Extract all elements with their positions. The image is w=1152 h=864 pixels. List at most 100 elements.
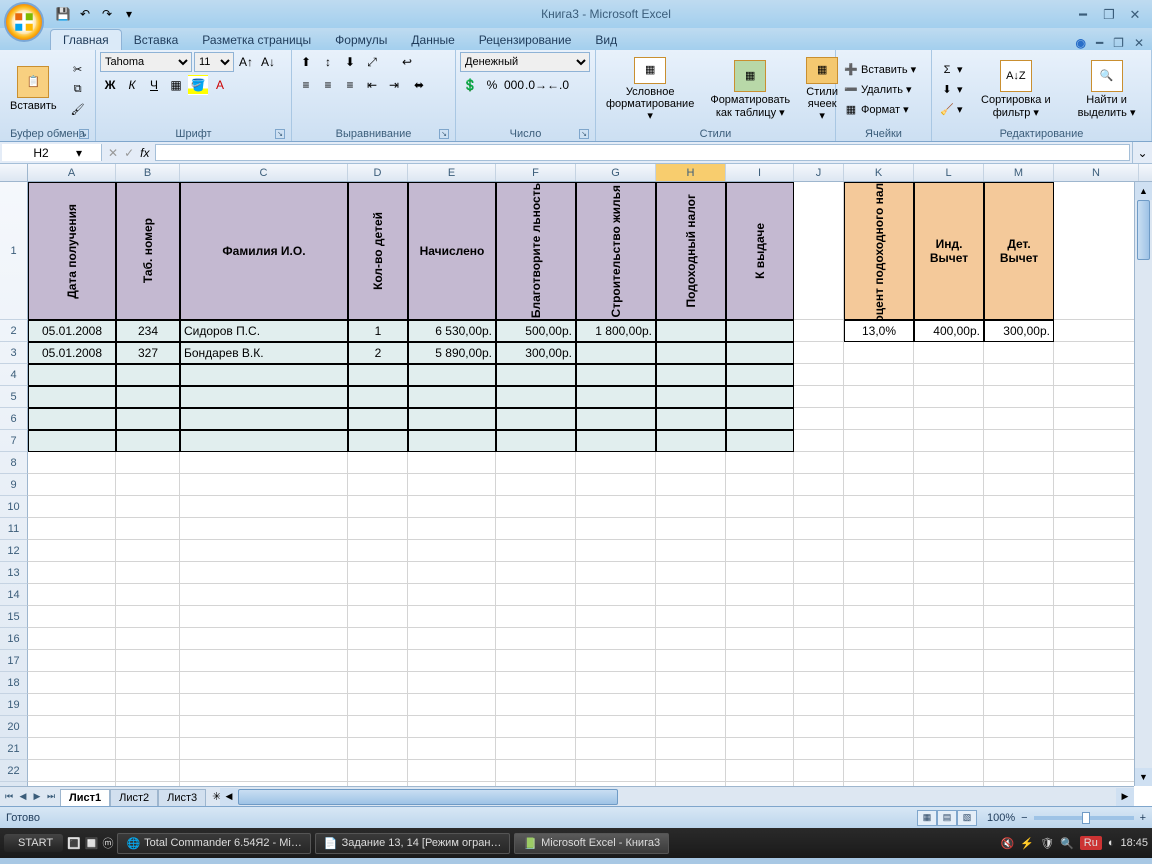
cell-M7[interactable] <box>984 430 1054 452</box>
cell-D6[interactable] <box>348 408 408 430</box>
copy-button[interactable]: ⧉ <box>67 81 89 99</box>
cell-H11[interactable] <box>656 518 726 540</box>
cell-K4[interactable] <box>844 364 914 386</box>
cell-A4[interactable] <box>28 364 116 386</box>
grow-font-button[interactable]: A↑ <box>236 52 256 72</box>
cell-F7[interactable] <box>496 430 576 452</box>
cell-K6[interactable] <box>844 408 914 430</box>
row-header-8[interactable]: 8 <box>0 452 28 474</box>
cell-L18[interactable] <box>914 672 984 694</box>
cell-C14[interactable] <box>180 584 348 606</box>
doc-restore-button[interactable]: ❐ <box>1113 36 1124 50</box>
cell-D5[interactable] <box>348 386 408 408</box>
cell-D16[interactable] <box>348 628 408 650</box>
cell-G7[interactable] <box>576 430 656 452</box>
scroll-right-icon[interactable]: ▶ <box>1116 788 1134 806</box>
last-sheet-icon[interactable]: ⏭ <box>44 791 58 802</box>
cell-E16[interactable] <box>408 628 496 650</box>
cell-A20[interactable] <box>28 716 116 738</box>
cell-M22[interactable] <box>984 760 1054 782</box>
cell-F3[interactable]: 300,00р. <box>496 342 576 364</box>
cell-G19[interactable] <box>576 694 656 716</box>
cell-M13[interactable] <box>984 562 1054 584</box>
cell-J10[interactable] <box>794 496 844 518</box>
cell-C16[interactable] <box>180 628 348 650</box>
cell-C2[interactable]: Сидоров П.С. <box>180 320 348 342</box>
scroll-left-icon[interactable]: ◀ <box>220 788 238 806</box>
cell-N14[interactable] <box>1054 584 1139 606</box>
cell-G1[interactable]: Строительство жилья <box>576 182 656 320</box>
row-header-13[interactable]: 13 <box>0 562 28 584</box>
expand-formula-bar[interactable]: ⌄ <box>1132 142 1152 163</box>
tab-pagelayout[interactable]: Разметка страницы <box>190 30 323 50</box>
cell-E17[interactable] <box>408 650 496 672</box>
cell-G8[interactable] <box>576 452 656 474</box>
cell-F4[interactable] <box>496 364 576 386</box>
cell-L4[interactable] <box>914 364 984 386</box>
cell-E10[interactable] <box>408 496 496 518</box>
cell-C18[interactable] <box>180 672 348 694</box>
vscroll-thumb[interactable] <box>1137 200 1150 260</box>
cell-N19[interactable] <box>1054 694 1139 716</box>
cell-C19[interactable] <box>180 694 348 716</box>
cell-B5[interactable] <box>116 386 180 408</box>
cell-A2[interactable]: 05.01.2008 <box>28 320 116 342</box>
cell-I14[interactable] <box>726 584 794 606</box>
cell-D3[interactable]: 2 <box>348 342 408 364</box>
cell-E18[interactable] <box>408 672 496 694</box>
col-header-A[interactable]: A <box>28 164 116 181</box>
zoom-in-button[interactable]: + <box>1140 812 1146 824</box>
cell-M14[interactable] <box>984 584 1054 606</box>
align-middle-button[interactable]: ↕ <box>318 52 338 72</box>
cell-H16[interactable] <box>656 628 726 650</box>
cell-K8[interactable] <box>844 452 914 474</box>
cell-H2[interactable] <box>656 320 726 342</box>
clipboard-launcher[interactable]: ↘ <box>79 129 89 139</box>
cell-A13[interactable] <box>28 562 116 584</box>
task-item-3[interactable]: 📗Microsoft Excel - Книга3 <box>514 833 669 854</box>
cell-K7[interactable] <box>844 430 914 452</box>
cell-J2[interactable] <box>794 320 844 342</box>
col-header-N[interactable]: N <box>1054 164 1139 181</box>
cell-D20[interactable] <box>348 716 408 738</box>
wrap-text-button[interactable]: ↩ <box>394 52 420 72</box>
cell-J15[interactable] <box>794 606 844 628</box>
redo-icon[interactable]: ↷ <box>98 5 116 23</box>
cell-D18[interactable] <box>348 672 408 694</box>
cell-J4[interactable] <box>794 364 844 386</box>
cell-D2[interactable]: 1 <box>348 320 408 342</box>
fill-color-button[interactable]: 🪣 <box>188 75 208 95</box>
align-right-button[interactable]: ≡ <box>340 75 360 95</box>
cell-B21[interactable] <box>116 738 180 760</box>
undo-icon[interactable]: ↶ <box>76 5 94 23</box>
row-header-4[interactable]: 4 <box>0 364 28 386</box>
horizontal-scrollbar[interactable]: ◀ ▶ <box>220 786 1134 806</box>
cell-A14[interactable] <box>28 584 116 606</box>
cell-F19[interactable] <box>496 694 576 716</box>
cell-A8[interactable] <box>28 452 116 474</box>
align-center-button[interactable]: ≡ <box>318 75 338 95</box>
cell-I9[interactable] <box>726 474 794 496</box>
cell-E13[interactable] <box>408 562 496 584</box>
cell-B16[interactable] <box>116 628 180 650</box>
clear-button[interactable]: 🧹▾ <box>936 101 966 119</box>
qat-customize-icon[interactable]: ▾ <box>120 5 138 23</box>
cell-G22[interactable] <box>576 760 656 782</box>
col-header-C[interactable]: C <box>180 164 348 181</box>
cell-J14[interactable] <box>794 584 844 606</box>
cell-J3[interactable] <box>794 342 844 364</box>
cell-D21[interactable] <box>348 738 408 760</box>
tab-view[interactable]: Вид <box>583 30 629 50</box>
cell-G10[interactable] <box>576 496 656 518</box>
cell-N17[interactable] <box>1054 650 1139 672</box>
tab-review[interactable]: Рецензирование <box>467 30 584 50</box>
cell-D22[interactable] <box>348 760 408 782</box>
cell-C11[interactable] <box>180 518 348 540</box>
cell-A1[interactable]: Дата получения <box>28 182 116 320</box>
cell-B2[interactable]: 234 <box>116 320 180 342</box>
cell-C4[interactable] <box>180 364 348 386</box>
cell-H12[interactable] <box>656 540 726 562</box>
cell-N3[interactable] <box>1054 342 1139 364</box>
row-header-7[interactable]: 7 <box>0 430 28 452</box>
cell-N1[interactable] <box>1054 182 1139 320</box>
